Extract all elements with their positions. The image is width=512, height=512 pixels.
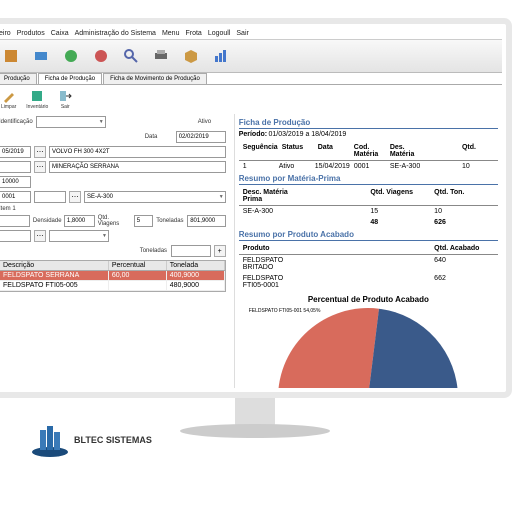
toolbar-cashflow-button[interactable] (27, 42, 55, 70)
toneladas2-label: Toneladas (140, 248, 168, 254)
toolbar (0, 40, 502, 73)
densidade-input[interactable]: 1,8000 (64, 215, 95, 227)
code-input-1[interactable]: 05/2019 (0, 146, 31, 158)
tab-producao[interactable]: Produção (0, 73, 37, 84)
identificacao-label: Identificação (0, 119, 33, 125)
grid-row[interactable]: FELDSPATO SERRANA 60,00 400,9000 (0, 271, 225, 281)
products-grid: Descrição Percentual Tonelada FELDSPATO … (0, 260, 226, 292)
densidade-label: Densidade (33, 218, 61, 224)
lookup-button-2[interactable]: ⋯ (34, 161, 46, 173)
action-clear-button[interactable]: Limpar (1, 89, 16, 110)
toolbar-receivables-button[interactable] (57, 42, 85, 70)
produto-title: Resumo por Produto Acabado (239, 230, 498, 241)
menu-item[interactable]: Caixa (51, 30, 69, 37)
identificacao-select[interactable] (36, 116, 106, 128)
toneladas2-input[interactable] (171, 245, 211, 257)
chart-slice-label: FELDSPATO FTI05-001 54,05% (249, 308, 321, 314)
menu-item[interactable]: Sair (236, 30, 248, 37)
materia-title: Resumo por Matéria-Prima (239, 174, 498, 185)
item-code-input[interactable] (0, 215, 30, 227)
pie-chart: FELDSPATO FTI05-001 54,05% (239, 308, 498, 388)
menu-item[interactable]: Menu (162, 30, 180, 37)
code-input-4b[interactable] (34, 191, 66, 203)
menu-item[interactable]: Logoull (208, 30, 231, 37)
grid-header: Percentual (109, 261, 167, 270)
menubar: eiro Produtos Caixa Administração do Sis… (0, 28, 502, 40)
exit-icon (58, 89, 72, 103)
item2-select[interactable] (49, 230, 109, 242)
lookup-button-5[interactable]: ⋯ (34, 230, 46, 242)
toneladas-label: Toneladas (156, 218, 184, 224)
tabs: Produção Ficha de Produção Ficha de Movi… (0, 73, 502, 85)
action-exit-button[interactable]: Sair (58, 89, 72, 110)
lookup-button-4[interactable]: ⋯ (69, 191, 81, 203)
product-select[interactable]: SE-A-300 (84, 191, 226, 203)
code-input-2[interactable] (0, 161, 31, 173)
action-inventory-button[interactable]: Inventário (26, 89, 48, 110)
monitor-stand (180, 398, 330, 448)
item2-code-input[interactable] (0, 230, 31, 242)
logo-icon (30, 420, 70, 460)
ativo-label: Ativo (198, 119, 226, 125)
menu-item[interactable]: eiro (0, 30, 11, 37)
tab-ficha-producao[interactable]: Ficha de Produção (38, 73, 102, 84)
lookup-button-1[interactable]: ⋯ (34, 146, 46, 158)
toneladas-input[interactable]: 801,9000 (187, 215, 226, 227)
report-panel: Ficha de Produção Período: 01/03/2019 a … (234, 114, 502, 388)
clear-icon (2, 89, 16, 103)
application-window: eiro Produtos Caixa Administração do Sis… (0, 18, 512, 398)
desc-input-2[interactable]: MINERAÇÃO SERRANA (49, 161, 226, 173)
item-label: Item 1 (0, 206, 27, 212)
grid-row[interactable]: FELDSPATO FTI05-005 480,9000 (0, 281, 225, 291)
toolbar-new-button[interactable] (0, 42, 25, 70)
menu-item[interactable]: Frota (185, 30, 201, 37)
toolbar-charts-button[interactable] (207, 42, 235, 70)
brand-text: BLTEC SISTEMAS (74, 435, 152, 445)
tab-ficha-movimento[interactable]: Ficha de Movimento de Produção (103, 73, 207, 84)
code-input-4[interactable]: 0001 (0, 191, 31, 203)
brand-logo: BLTEC SISTEMAS (30, 420, 152, 460)
data-label: Data (145, 134, 173, 140)
menu-item[interactable]: Administração do Sistema (75, 30, 156, 37)
toolbar-print-button[interactable] (147, 42, 175, 70)
toolbar-search-button[interactable] (117, 42, 145, 70)
desc-input-1[interactable]: VOLVO FH 300 4X2T (49, 146, 226, 158)
viagens-input[interactable]: 5 (134, 215, 153, 227)
viagens-label: Qtd. Viagens (98, 215, 131, 227)
pie-slice-1 (278, 308, 379, 388)
toolbar-box-button[interactable] (177, 42, 205, 70)
grid-header: Tonelada (167, 261, 225, 270)
grid-header: Descrição (0, 261, 109, 270)
toolbar-payables-button[interactable] (87, 42, 115, 70)
action-bar: Limpar Inventário Sair (0, 85, 502, 114)
pie-slice-2 (368, 309, 458, 388)
code-input-3[interactable]: 10000 (0, 176, 31, 188)
chart-title: Percentual de Produto Acabado (239, 295, 498, 304)
menu-item[interactable]: Produtos (17, 30, 45, 37)
data-input[interactable]: 02/02/2019 (176, 131, 226, 143)
inventory-icon (30, 89, 44, 103)
report-title: Ficha de Produção (239, 118, 498, 129)
form-panel: Identificação Ativo Data 02/02/2019 05/2… (0, 114, 230, 388)
add-button[interactable]: + (214, 245, 226, 257)
